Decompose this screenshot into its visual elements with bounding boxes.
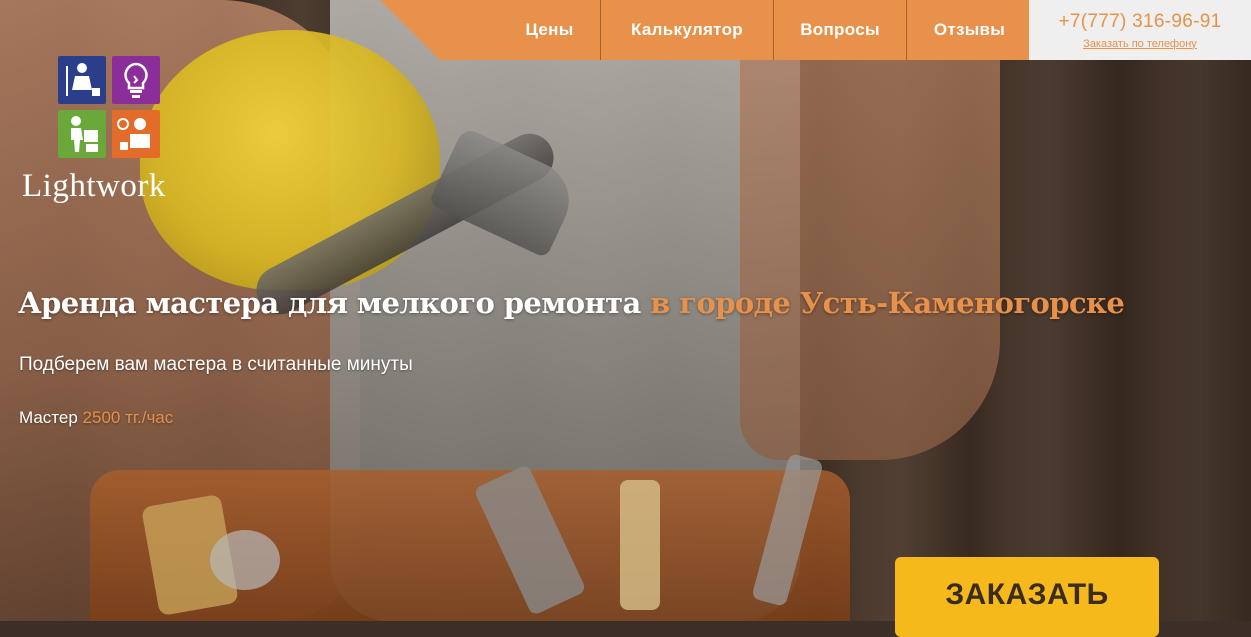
logo-text: Lightwork (22, 168, 166, 204)
repairman-icon (112, 110, 160, 158)
phone-contact-box: +7(777) 316-96-91 Заказать по телефону (1029, 0, 1251, 60)
price-value: 2500 тг./час (82, 408, 174, 427)
worker-arm-right-shape (740, 0, 1000, 460)
headline-city: в городе Усть-Каменогорске (650, 286, 1125, 320)
logo[interactable]: Lightwork (22, 56, 202, 206)
tool-shape (620, 480, 660, 610)
main-nav: Цены Калькулятор Вопросы Отзывы (499, 0, 1032, 60)
price-label: Мастер (19, 408, 78, 427)
order-button[interactable]: ЗАКАЗАТЬ (895, 557, 1159, 637)
tool-shape (210, 530, 280, 590)
callback-link[interactable]: Заказать по телефону (1083, 38, 1197, 50)
cleaner-icon (58, 56, 106, 104)
price-line: Мастер 2500 тг./час (19, 408, 173, 428)
nav-item-questions[interactable]: Вопросы (773, 0, 906, 60)
hero-subtitle: Подберем вам мастера в считанные минуты (19, 354, 413, 375)
logo-icon-grid (58, 56, 164, 162)
nav-item-reviews[interactable]: Отзывы (906, 0, 1032, 60)
headline-main: Аренда мастера для мелкого ремонта (18, 286, 641, 320)
hero-headline: Аренда мастера для мелкого ремонта в гор… (18, 286, 1125, 320)
mover-icon (58, 110, 106, 158)
lightbulb-icon (112, 56, 160, 104)
nav-item-prices[interactable]: Цены (499, 0, 600, 60)
phone-number-link[interactable]: +7(777) 316-96-91 (1058, 11, 1221, 33)
nav-item-calculator[interactable]: Калькулятор (600, 0, 773, 60)
